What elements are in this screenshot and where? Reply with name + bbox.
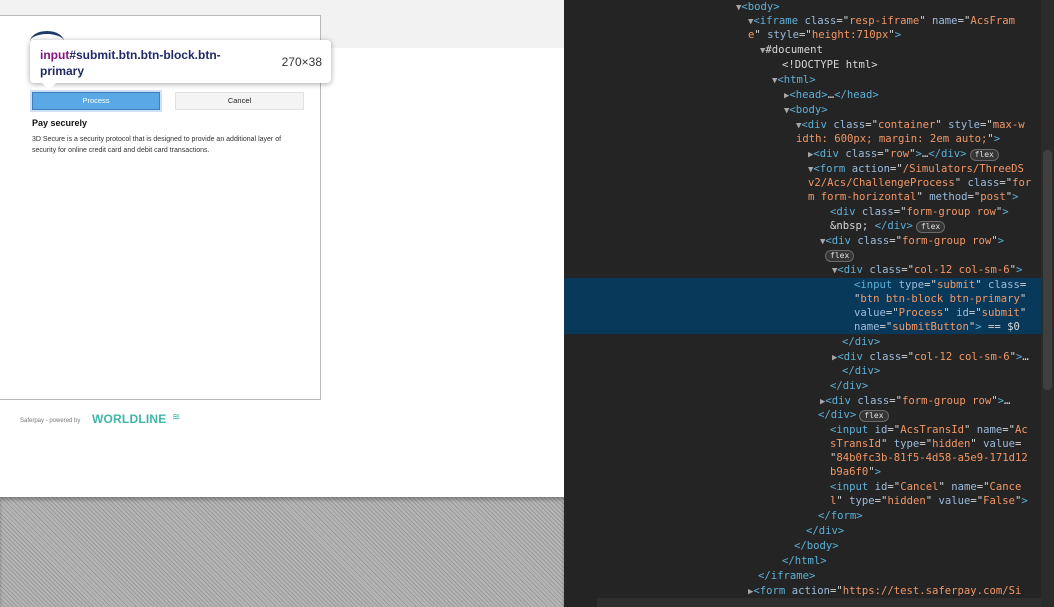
inspect-tooltip: input#submit.btn.btn-block.btn-primary 2… — [30, 40, 331, 90]
tooltip-tag: input — [40, 48, 70, 62]
dom-tree-line[interactable]: ▼<html> — [772, 73, 816, 87]
dom-tree-line[interactable]: </div> flex — [818, 408, 889, 422]
dom-tree-line[interactable]: </div> — [830, 379, 868, 393]
dom-tree-line[interactable]: &nbsp; </div> flex — [830, 219, 946, 233]
dom-tree-line[interactable]: "btn btn-block btn-primary" — [854, 292, 1026, 306]
flex-badge[interactable]: flex — [915, 221, 946, 233]
dom-tree-line[interactable]: </body> — [794, 539, 839, 553]
dom-tree-line[interactable]: </div> — [806, 524, 844, 538]
dom-tree-line[interactable]: idth: 600px; margin: 2em auto;"> — [796, 132, 1000, 146]
dom-tree-line[interactable]: ▼<body> — [736, 0, 780, 14]
dom-tree-line[interactable]: <!DOCTYPE html> — [782, 58, 878, 72]
dom-tree-line[interactable]: </div> — [842, 364, 880, 378]
dom-tree-line[interactable]: <input id="Cancel" name="Cance — [830, 480, 1021, 494]
dom-tree-line[interactable]: name="submitButton"> == $0 — [854, 320, 1020, 334]
dom-tree-line[interactable]: </iframe> — [758, 569, 815, 583]
dom-tree-line[interactable]: <input id="AcsTransId" name="Ac — [830, 423, 1028, 437]
dom-tree-line[interactable]: ▼<div class="col-12 col-sm-6"> — [832, 263, 1022, 277]
worldline-mark-icon: ≋ — [172, 412, 181, 423]
flex-badge[interactable]: flex — [859, 410, 889, 422]
dom-tree-line[interactable]: ▼<iframe class="resp-iframe" name="AcsFr… — [748, 14, 1015, 28]
dom-tree-line[interactable]: v2/Acs/ChallengeProcess" class="for — [808, 176, 1031, 190]
page-preview: Process Cancel Pay securely 3D Secure is… — [0, 0, 564, 607]
dom-tree-line[interactable]: m form-horizontal" method="post"> — [808, 190, 1019, 204]
dom-tree-line[interactable]: </form> — [818, 509, 863, 523]
flex-badge[interactable]: flex — [969, 149, 999, 161]
dom-tree-line[interactable]: <input type="submit" class= — [854, 278, 1026, 292]
tooltip-selector: input#submit.btn.btn-block.btn-primary — [40, 47, 260, 79]
dom-tree-line[interactable]: ▶<form action="https://test.saferpay.com… — [748, 584, 1021, 598]
dom-tree-line[interactable]: value="Process" id="submit" — [854, 306, 1026, 320]
dom-tree-line[interactable]: </html> — [782, 554, 827, 568]
dom-tree-line[interactable]: ▼<form action="/Simulators/ThreeDS — [808, 162, 1024, 176]
dom-tree-line[interactable]: b9a6f0"> — [830, 465, 881, 479]
overflow-hatch-area — [0, 497, 564, 607]
process-button[interactable]: Process — [30, 90, 162, 112]
dom-tree-line[interactable]: </div> — [842, 335, 880, 349]
dom-tree-line[interactable]: ▼<div class="form-group row"> — [820, 234, 1004, 248]
dom-tree-line[interactable]: ▼#document — [760, 43, 823, 57]
dom-tree-line[interactable]: ▶<div class="row">…</div> flex — [808, 147, 999, 161]
dom-tree-line[interactable]: ▶<div class="form-group row">… — [820, 394, 1010, 408]
tooltip-size: 270×38 — [281, 55, 322, 69]
pay-securely-title: Pay securely — [32, 118, 88, 128]
saferpay-footer-text: Saferpay - powered by — [20, 418, 81, 424]
dom-tree-line[interactable]: e" style="height:710px"> — [748, 28, 901, 42]
dom-tree-line[interactable]: ▶<div class="col-12 col-sm-6">… — [832, 350, 1029, 364]
flex-badge[interactable]: flex — [825, 250, 855, 262]
dom-tree-line[interactable]: ▼<div class="container" style="max-w — [796, 118, 1025, 132]
dom-tree-line[interactable]: ▶<head>…</head> — [784, 88, 879, 102]
cancel-button[interactable]: Cancel — [175, 92, 304, 110]
dom-tree-line[interactable]: flex — [822, 248, 855, 262]
devtools-scrollbar-thumb[interactable] — [1043, 150, 1052, 390]
pay-securely-description: 3D Secure is a security protocol that is… — [32, 136, 282, 154]
horizontal-scrollbar[interactable] — [597, 598, 1041, 607]
dom-tree-line[interactable]: <div class="form-group row"> — [830, 205, 1009, 219]
worldline-logo: WORLDLINE — [92, 412, 167, 426]
dom-tree-line[interactable]: l" type="hidden" value="False"> — [830, 494, 1028, 508]
dom-tree-line[interactable]: sTransId" type="hidden" value= — [830, 437, 1021, 451]
dom-tree-line[interactable]: "84b0fc3b-81f5-4d58-a5e9-171d12 — [830, 451, 1028, 465]
devtools-elements-panel[interactable]: ▼<body> ▼<iframe class="resp-iframe" name… — [564, 0, 1054, 607]
dom-tree-line[interactable]: ▼<body> — [784, 103, 828, 117]
